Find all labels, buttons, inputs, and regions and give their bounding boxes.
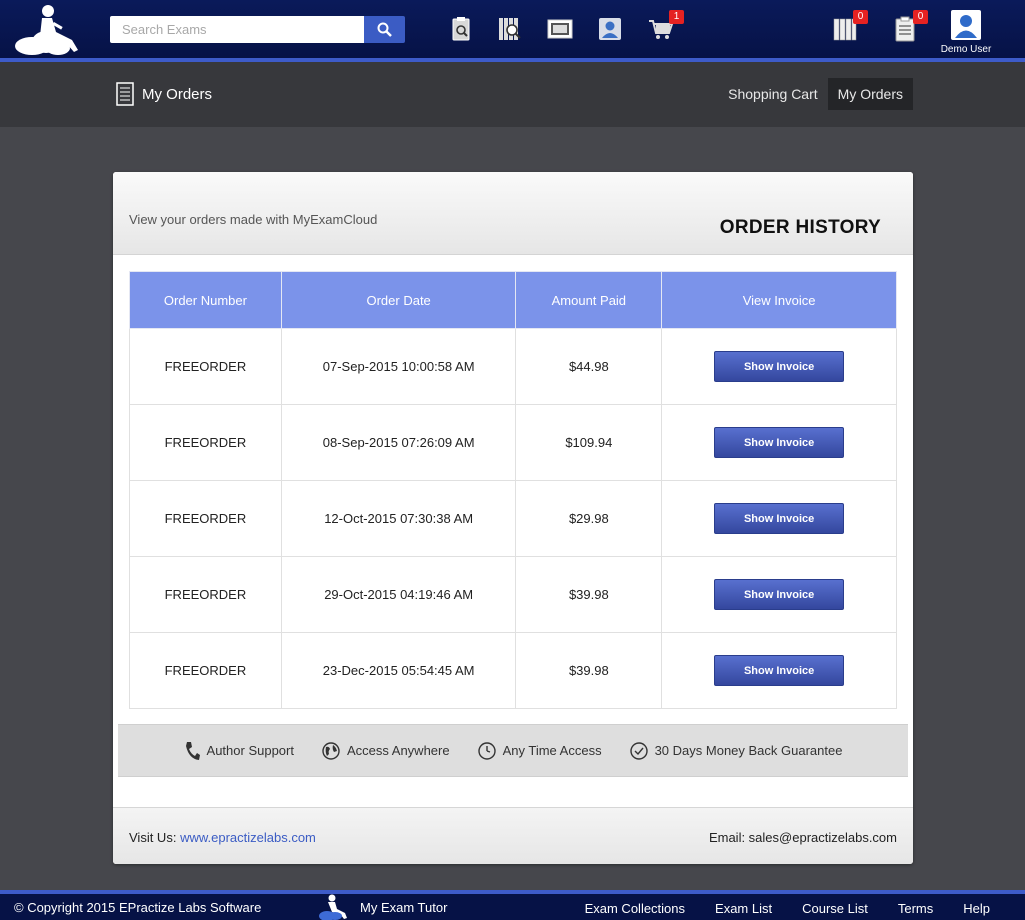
- invoice-cell: Show Invoice: [661, 480, 897, 557]
- user-name: Demo User: [940, 44, 992, 55]
- search-input[interactable]: [110, 16, 364, 43]
- logo-icon[interactable]: [12, 2, 82, 56]
- order-number: FREEORDER: [129, 328, 282, 405]
- globe-icon: [322, 741, 340, 760]
- features-bar: Author Support Access Anywhere Any Time …: [118, 724, 908, 777]
- feature-label: 30 Days Money Back Guarantee: [654, 743, 843, 758]
- feature-label: Any Time Access: [502, 743, 602, 758]
- order-number: FREEORDER: [129, 556, 282, 633]
- feature-label: Author Support: [206, 743, 294, 758]
- footer-link-terms[interactable]: Terms: [898, 901, 933, 916]
- show-invoice-button[interactable]: Show Invoice: [714, 579, 845, 610]
- sub-header: My Orders Shopping Cart My Orders: [0, 62, 1025, 127]
- table-row: FREEORDER 12-Oct-2015 07:30:38 AM $29.98…: [129, 480, 897, 557]
- column-header-order-date: Order Date: [280, 271, 517, 329]
- order-date: 23-Dec-2015 05:54:45 AM: [280, 632, 517, 709]
- column-header-amount-paid: Amount Paid: [515, 271, 663, 329]
- table-row: FREEORDER 08-Sep-2015 07:26:09 AM $109.9…: [129, 404, 897, 481]
- news-icon[interactable]: [547, 16, 573, 42]
- library-search-icon[interactable]: [497, 16, 523, 42]
- order-number: FREEORDER: [129, 480, 282, 557]
- cart-badge: 1: [669, 10, 684, 24]
- collections-icon[interactable]: 0: [832, 10, 868, 42]
- search-button[interactable]: [364, 16, 405, 43]
- amount-paid: $109.94: [515, 404, 663, 481]
- sub-nav: Shopping Cart My Orders: [718, 78, 913, 110]
- page-footer: © Copyright 2015 EPractize Labs Software…: [0, 894, 1025, 920]
- page-title: My Orders: [116, 82, 212, 106]
- order-history-card: View your orders made with MyExamCloud O…: [113, 172, 913, 864]
- table-row: FREEORDER 23-Dec-2015 05:54:45 AM $39.98…: [129, 632, 897, 709]
- top-header: 1 0 0 Demo User: [0, 0, 1025, 58]
- table-row: FREEORDER 29-Oct-2015 04:19:46 AM $39.98…: [129, 556, 897, 633]
- cart-icon[interactable]: 1: [648, 10, 684, 42]
- tasks-icon[interactable]: 0: [892, 10, 928, 42]
- profile-card-icon[interactable]: [597, 16, 623, 42]
- footer-link-exam-list[interactable]: Exam List: [715, 901, 772, 916]
- page-title-text: My Orders: [142, 85, 213, 103]
- feature-label: Access Anywhere: [346, 743, 450, 758]
- feature-any-time-access: Any Time Access: [477, 741, 602, 760]
- order-date: 29-Oct-2015 04:19:46 AM: [280, 556, 517, 633]
- card-subtitle: View your orders made with MyExamCloud: [129, 212, 378, 227]
- order-number: FREEORDER: [129, 404, 282, 481]
- order-date: 12-Oct-2015 07:30:38 AM: [280, 480, 517, 557]
- footer-link-course-list[interactable]: Course List: [802, 901, 868, 916]
- amount-paid: $39.98: [515, 632, 663, 709]
- amount-paid: $39.98: [515, 556, 663, 633]
- amount-paid: $44.98: [515, 328, 663, 405]
- order-number: FREEORDER: [129, 632, 282, 709]
- invoice-cell: Show Invoice: [661, 328, 897, 405]
- footer-links: Exam Collections Exam List Course List T…: [585, 901, 990, 916]
- order-date: 08-Sep-2015 07:26:09 AM: [280, 404, 517, 481]
- user-avatar-icon: [951, 10, 981, 40]
- phone-icon: [185, 741, 200, 760]
- check-circle-icon: [629, 741, 648, 760]
- tasks-badge: 0: [913, 10, 928, 24]
- invoice-cell: Show Invoice: [661, 404, 897, 481]
- search-bar: [110, 16, 405, 43]
- my-exam-tutor-link[interactable]: My Exam Tutor: [318, 894, 447, 920]
- orders-table: Order Number Order Date Amount Paid View…: [129, 271, 897, 709]
- card-title: ORDER HISTORY: [719, 217, 881, 238]
- contact-email: Email: sales@epractizelabs.com: [708, 830, 897, 845]
- feature-access-anywhere: Access Anywhere: [322, 741, 450, 760]
- visit-label: Visit Us:: [129, 830, 177, 845]
- invoice-cell: Show Invoice: [661, 556, 897, 633]
- website-link[interactable]: www.epractizelabs.com: [180, 830, 316, 845]
- table-header-row: Order Number Order Date Amount Paid View…: [129, 271, 897, 329]
- tutor-logo-icon: [319, 894, 347, 920]
- card-header: View your orders made with MyExamCloud O…: [113, 172, 913, 255]
- column-header-order-number: Order Number: [129, 271, 282, 329]
- feature-money-back: 30 Days Money Back Guarantee: [629, 741, 843, 760]
- show-invoice-button[interactable]: Show Invoice: [714, 503, 845, 534]
- footer-link-help[interactable]: Help: [963, 901, 990, 916]
- search-icon: [377, 22, 392, 37]
- order-date: 07-Sep-2015 10:00:58 AM: [280, 328, 517, 405]
- visit-us: Visit Us: www.epractizelabs.com: [129, 830, 316, 845]
- clock-icon: [477, 741, 496, 760]
- my-orders-link[interactable]: My Orders: [827, 78, 913, 110]
- amount-paid: $29.98: [515, 480, 663, 557]
- show-invoice-button[interactable]: Show Invoice: [714, 427, 845, 458]
- exam-search-icon[interactable]: [448, 16, 474, 42]
- show-invoice-button[interactable]: Show Invoice: [714, 351, 845, 382]
- card-footer: Visit Us: www.epractizelabs.com Email: s…: [113, 807, 913, 864]
- copyright-text: © Copyright 2015 EPractize Labs Software: [14, 900, 262, 915]
- feature-author-support: Author Support: [184, 741, 294, 761]
- shopping-cart-link[interactable]: Shopping Cart: [718, 78, 828, 110]
- collections-badge: 0: [853, 10, 868, 24]
- footer-link-exam-collections[interactable]: Exam Collections: [585, 901, 685, 916]
- show-invoice-button[interactable]: Show Invoice: [714, 655, 845, 686]
- tutor-label: My Exam Tutor: [360, 899, 448, 915]
- column-header-view-invoice: View Invoice: [661, 271, 897, 329]
- orders-document-icon: [116, 82, 134, 106]
- table-row: FREEORDER 07-Sep-2015 10:00:58 AM $44.98…: [129, 328, 897, 405]
- invoice-cell: Show Invoice: [661, 632, 897, 709]
- user-menu[interactable]: Demo User: [938, 10, 994, 58]
